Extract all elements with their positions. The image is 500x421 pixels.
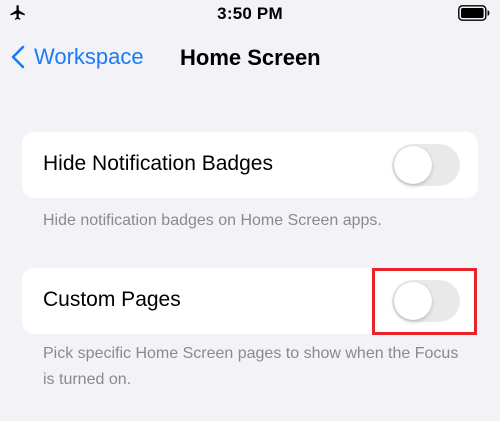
hide-notification-badges-toggle[interactable] (392, 144, 460, 186)
setting-row-custom-pages: Custom Pages (22, 268, 478, 334)
toggle-knob (394, 146, 432, 184)
setting-label: Custom Pages (43, 288, 181, 311)
toggle-knob (394, 282, 432, 320)
setting-footer-custom-pages: Pick specific Home Screen pages to show … (43, 345, 459, 388)
status-bar: 3:50 PM (0, 0, 500, 30)
custom-pages-toggle[interactable] (392, 280, 460, 322)
back-button-label: Workspace (34, 44, 144, 69)
status-time: 3:50 PM (217, 4, 283, 23)
chevron-left-icon (11, 45, 25, 69)
setting-label: Hide Notification Badges (43, 152, 273, 175)
setting-row-hide-notification-badges: Hide Notification Badges (22, 132, 478, 198)
battery-icon (458, 5, 490, 21)
back-button[interactable]: Workspace (10, 40, 144, 74)
page-title: Home Screen (180, 45, 321, 70)
setting-footer-hide-notification-badges: Hide notification badges on Home Screen … (43, 212, 382, 229)
navigation-bar: Workspace Home Screen (0, 34, 500, 80)
